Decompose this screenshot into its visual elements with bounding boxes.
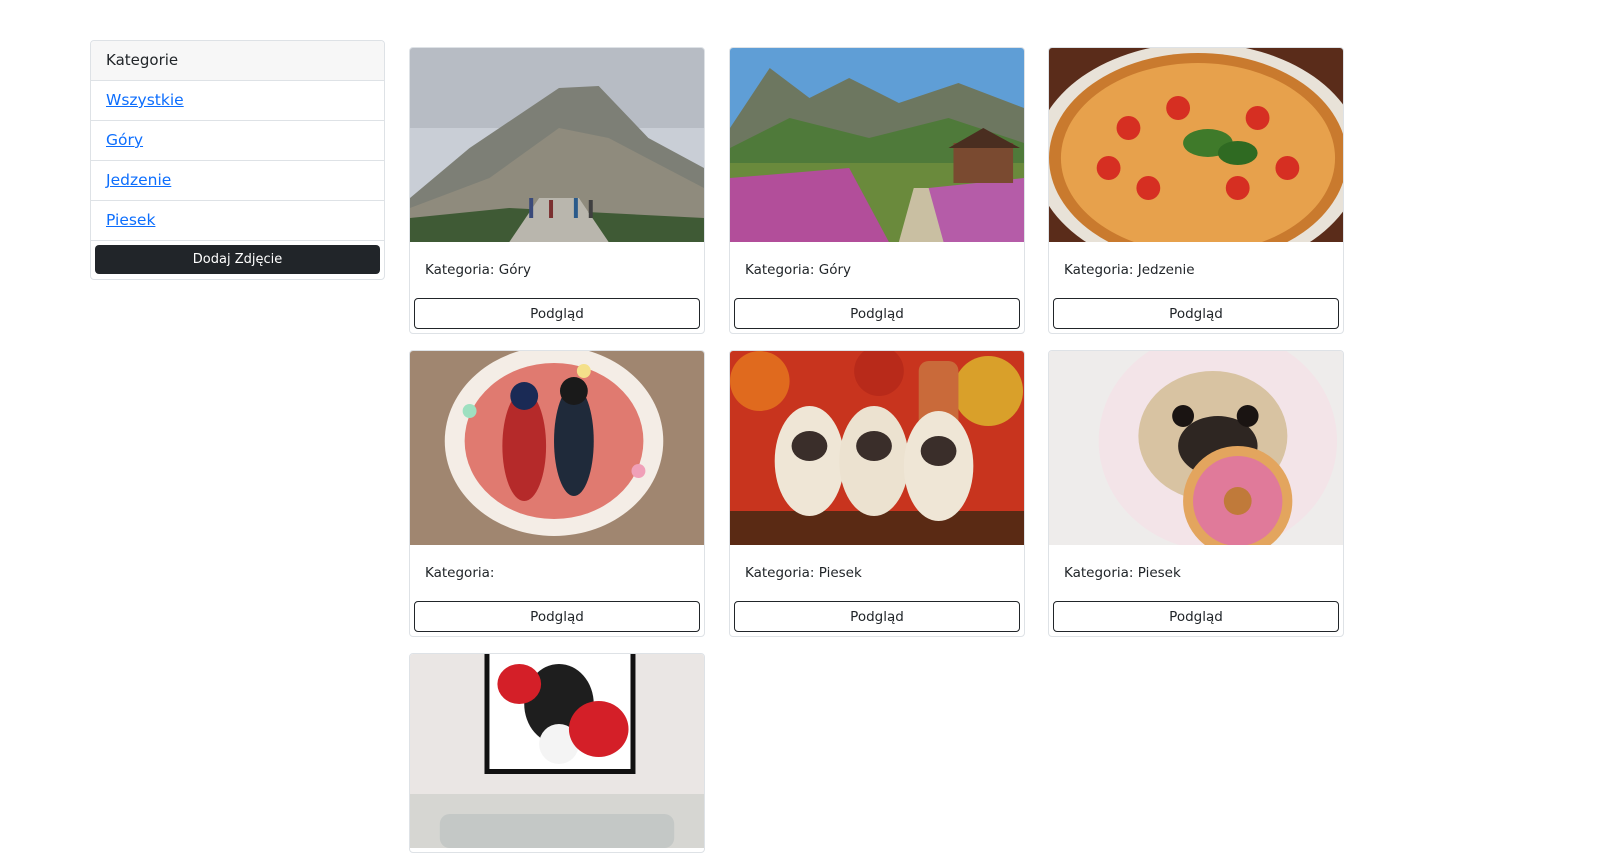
sidebar-item-all: Wszystkie [91,81,384,121]
photo-card: Kategoria: Piesek Podgląd [729,350,1025,637]
boxing-dog-poster-image[interactable] [410,654,704,848]
card-category-label: Kategoria: Góry [425,262,531,278]
preview-button[interactable]: Podgląd [1053,298,1339,329]
photo-card [409,653,705,853]
mountain-trail-image[interactable] [410,48,704,242]
preview-button[interactable]: Podgląd [1053,601,1339,632]
category-link-all[interactable]: Wszystkie [106,91,184,109]
card-category-label: Kategoria: Piesek [745,565,862,581]
categories-panel: Kategorie Wszystkie Góry Jedzenie Piesek… [90,40,385,280]
photo-card: Kategoria: Jedzenie Podgląd [1048,47,1344,334]
photo-card: Kategoria: Góry Podgląd [729,47,1025,334]
sidebar-item-dog: Piesek [91,201,384,241]
pizza-image[interactable] [1049,48,1343,242]
preview-button[interactable]: Podgląd [734,298,1020,329]
card-category-label: Kategoria: Góry [745,262,851,278]
birthday-cake-image[interactable] [410,351,704,545]
add-photo-button[interactable]: Dodaj Zdjęcie [95,245,380,274]
photo-card: Kategoria: Podgląd [409,350,705,637]
preview-button[interactable]: Podgląd [414,298,700,329]
card-category-label: Kategoria: Piesek [1064,565,1181,581]
pug-donut-image[interactable] [1049,351,1343,545]
mountain-meadow-image[interactable] [730,48,1024,242]
sidebar-item-food: Jedzenie [91,161,384,201]
category-link-mountains[interactable]: Góry [106,131,143,149]
sidebar-item-mountains: Góry [91,121,384,161]
category-link-food[interactable]: Jedzenie [106,171,171,189]
preview-button[interactable]: Podgląd [414,601,700,632]
photo-card: Kategoria: Góry Podgląd [409,47,705,334]
preview-button[interactable]: Podgląd [734,601,1020,632]
card-category-label: Kategoria: [425,565,495,581]
category-link-dog[interactable]: Piesek [106,211,155,229]
card-category-label: Kategoria: Jedzenie [1064,262,1195,278]
pug-puppies-image[interactable] [730,351,1024,545]
categories-header: Kategorie [91,41,384,81]
photo-card: Kategoria: Piesek Podgląd [1048,350,1344,637]
